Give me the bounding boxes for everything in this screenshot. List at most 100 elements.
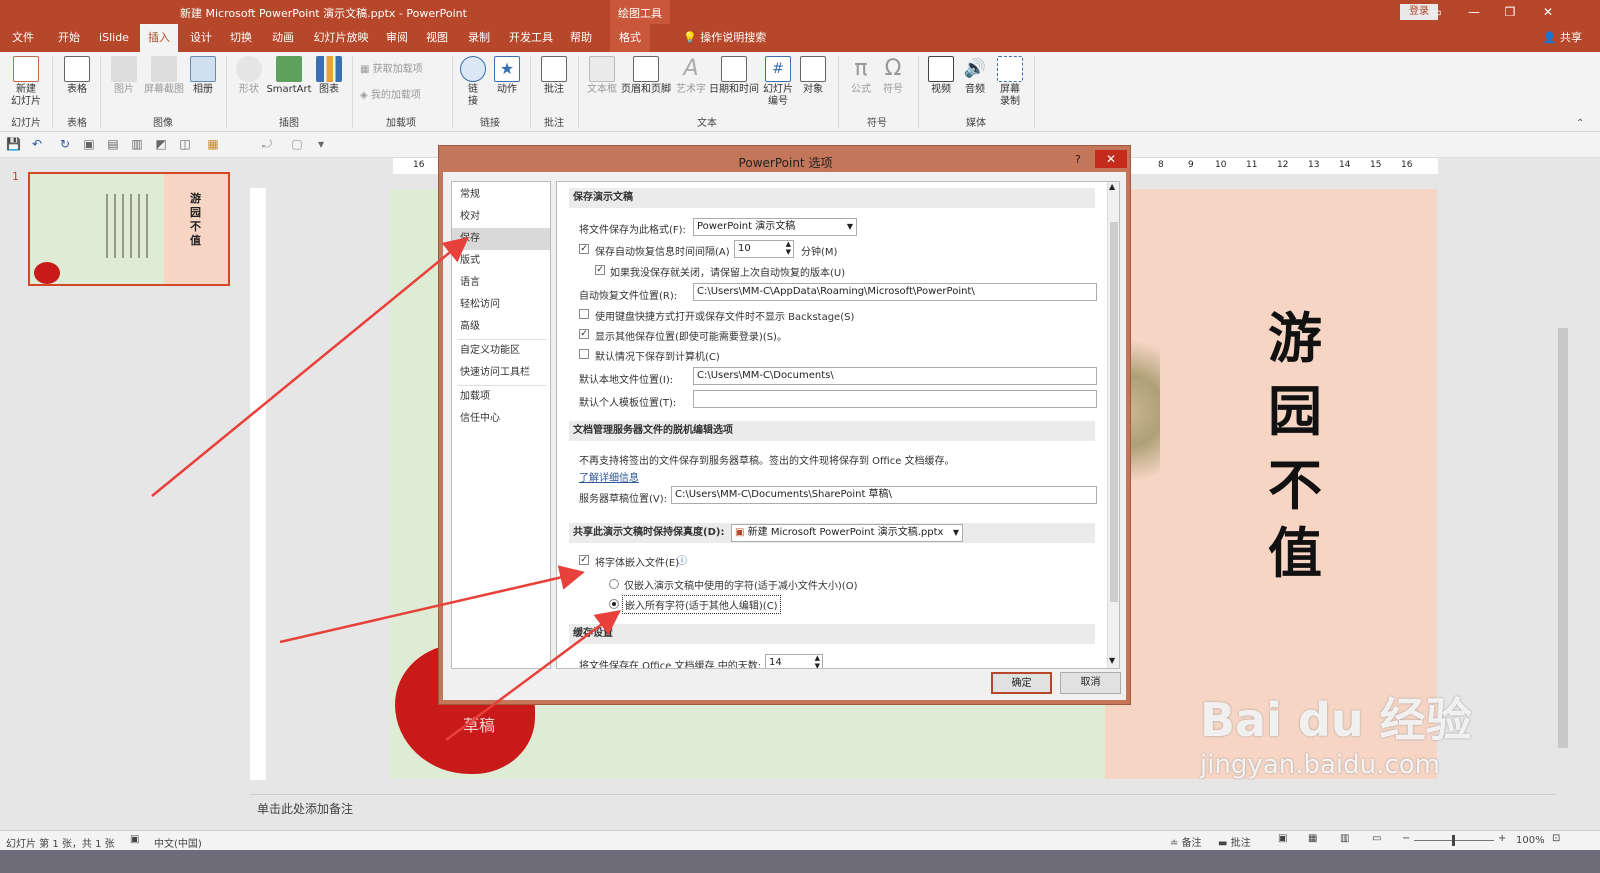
minimize-icon[interactable]: —	[1458, 3, 1490, 21]
server-drafts-input[interactable]: C:\Users\MM-C\Documents\SharePoint 草稿\	[671, 486, 1097, 504]
editor-scrollbar[interactable]	[1556, 158, 1570, 778]
tab-file[interactable]: 文件	[6, 24, 40, 52]
save-to-computer-checkbox[interactable]	[579, 349, 589, 359]
tab-slideshow[interactable]: 幻灯片放映	[310, 24, 372, 52]
header-footer-button[interactable]: 页眉和页脚	[620, 56, 672, 96]
options-scrollbar-thumb[interactable]	[1110, 222, 1118, 602]
slide-thumbnail[interactable]: 游园不值	[28, 172, 230, 286]
show-more-locations-checkbox[interactable]: ✓	[579, 329, 589, 339]
collapse-ribbon-icon[interactable]: ⌃	[1576, 118, 1584, 129]
info-icon[interactable]: ⓘ	[677, 552, 687, 567]
comments-toggle[interactable]: ▬ 批注	[1218, 834, 1251, 849]
scrollbar-thumb[interactable]	[1558, 328, 1568, 748]
help-icon[interactable]: ?	[1075, 153, 1081, 166]
save-format-select[interactable]: PowerPoint 演示文稿 ▼	[693, 218, 857, 236]
screenshot-button[interactable]: 屏幕截图	[142, 56, 186, 96]
arrange-icon[interactable]: ▢	[290, 137, 304, 151]
tab-transitions[interactable]: 切换	[224, 24, 258, 52]
nav-layout[interactable]: 版式	[452, 250, 550, 272]
tab-home[interactable]: 开始	[50, 24, 88, 52]
spinner-arrows-icon[interactable]: ▲ ▼	[815, 655, 820, 668]
group-icon[interactable]: ◫	[178, 137, 192, 151]
embed-fonts-checkbox[interactable]: ✓	[579, 555, 589, 565]
notes-placeholder[interactable]: 单击此处添加备注	[257, 800, 353, 817]
default-template-input[interactable]	[693, 390, 1097, 408]
tab-help[interactable]: 帮助	[564, 24, 598, 52]
nav-customize-ribbon[interactable]: 自定义功能区	[452, 340, 550, 362]
autorecover-minutes-spinner[interactable]: 10 ▲ ▼	[734, 240, 794, 258]
embed-used-chars-radio[interactable]	[609, 579, 619, 589]
zoom-out-icon[interactable]: −	[1402, 833, 1410, 844]
nav-advanced[interactable]: 高级	[452, 316, 550, 338]
tab-format[interactable]: 格式	[610, 24, 650, 52]
redo-icon[interactable]: ↻	[58, 137, 72, 151]
action-button[interactable]: ★ 动作	[492, 56, 522, 96]
autorecover-checkbox[interactable]: ✓	[579, 244, 589, 254]
album-button[interactable]: 相册	[188, 56, 218, 96]
table-button[interactable]: 表格	[60, 56, 94, 96]
customize-qat-icon[interactable]: ▾	[314, 137, 328, 151]
slide-number-button[interactable]: # 幻灯片 编号	[762, 56, 794, 108]
my-addins-button[interactable]: ◈ 我的加载项	[360, 90, 444, 102]
save-icon[interactable]: 💾	[6, 137, 21, 151]
audio-button[interactable]: 🔊 音频	[960, 56, 990, 96]
link-button[interactable]: 链 接	[458, 56, 488, 108]
tab-design[interactable]: 设计	[184, 24, 218, 52]
align-icon[interactable]: ▦	[206, 137, 220, 151]
equation-button[interactable]: π 公式	[846, 56, 876, 96]
options-scrollbar[interactable]: ▲ ▼	[1107, 182, 1119, 668]
tab-islide[interactable]: iSlide	[94, 24, 134, 52]
keep-last-version-checkbox[interactable]: ✓	[595, 265, 605, 275]
nav-general[interactable]: 常规	[452, 184, 550, 206]
nav-save[interactable]: 保存	[452, 228, 550, 250]
share-button[interactable]: 👤 共享	[1543, 24, 1582, 52]
slideshow-view-icon[interactable]: ▭	[1372, 833, 1381, 844]
cancel-button[interactable]: 取消	[1060, 672, 1121, 694]
smartart-button[interactable]: SmartArt	[266, 56, 312, 96]
reading-view-icon[interactable]: ▥	[1340, 833, 1349, 844]
screen-record-button[interactable]: 屏幕 录制	[994, 56, 1026, 108]
restore-icon[interactable]: ❐	[1494, 3, 1526, 21]
video-button[interactable]: 视频	[926, 56, 956, 96]
zoom-in-icon[interactable]: +	[1498, 833, 1506, 844]
rotate-icon[interactable]: ⤾	[260, 137, 274, 151]
normal-view-icon[interactable]: ▣	[1278, 833, 1287, 844]
get-addins-button[interactable]: ▦ 获取加载项	[360, 64, 440, 76]
nav-trust-center[interactable]: 信任中心	[452, 408, 550, 430]
spellcheck-icon[interactable]: ▣	[130, 834, 139, 845]
nav-language[interactable]: 语言	[452, 272, 550, 294]
comment-button[interactable]: 批注	[538, 56, 570, 96]
autorecover-location-input[interactable]: C:\Users\MM-C\AppData\Roaming\Microsoft\…	[693, 283, 1097, 301]
ribbon-display-icon[interactable]: ▭	[1420, 3, 1452, 21]
tab-animations[interactable]: 动画	[266, 24, 300, 52]
notes-toggle[interactable]: ≐ 备注	[1170, 834, 1202, 849]
fidelity-file-select[interactable]: ▣ 新建 Microsoft PowerPoint 演示文稿.pptx ▼	[731, 524, 963, 542]
datetime-button[interactable]: 日期和时间	[708, 56, 760, 96]
nav-accessibility[interactable]: 轻松访问	[452, 294, 550, 316]
format-icon[interactable]: ▤	[106, 137, 120, 151]
tab-record[interactable]: 录制	[462, 24, 496, 52]
scroll-down-icon[interactable]: ▼	[1109, 656, 1115, 665]
slideshow-icon[interactable]: ▣	[82, 137, 96, 151]
zoom-slider-thumb[interactable]	[1452, 835, 1455, 846]
spinner-arrows-icon[interactable]: ▲ ▼	[786, 241, 791, 256]
symbol-button[interactable]: Ω 符号	[878, 56, 908, 96]
nav-proofing[interactable]: 校对	[452, 206, 550, 228]
tab-view[interactable]: 视图	[420, 24, 454, 52]
wordart-button[interactable]: A 艺术字	[674, 56, 708, 96]
close-icon[interactable]: ✕	[1532, 3, 1564, 21]
tell-me-search[interactable]: 💡 操作说明搜索	[683, 24, 766, 52]
tab-review[interactable]: 审阅	[380, 24, 414, 52]
shapes-button[interactable]: 形状	[234, 56, 264, 96]
undo-icon[interactable]: ↶	[30, 137, 44, 151]
zoom-level[interactable]: 100%	[1516, 835, 1545, 846]
language-status[interactable]: 中文(中国)	[154, 835, 202, 850]
nav-addins[interactable]: 加载项	[452, 386, 550, 408]
shape-icon[interactable]: ◩	[154, 137, 168, 151]
embed-all-chars-radio[interactable]	[609, 599, 619, 609]
picture-button[interactable]: 图片	[108, 56, 140, 96]
tab-developer[interactable]: 开发工具	[506, 24, 556, 52]
ok-button[interactable]: 确定	[991, 672, 1052, 694]
scroll-up-icon[interactable]: ▲	[1109, 182, 1115, 191]
new-slide-button[interactable]: 新建 幻灯片	[6, 56, 46, 108]
